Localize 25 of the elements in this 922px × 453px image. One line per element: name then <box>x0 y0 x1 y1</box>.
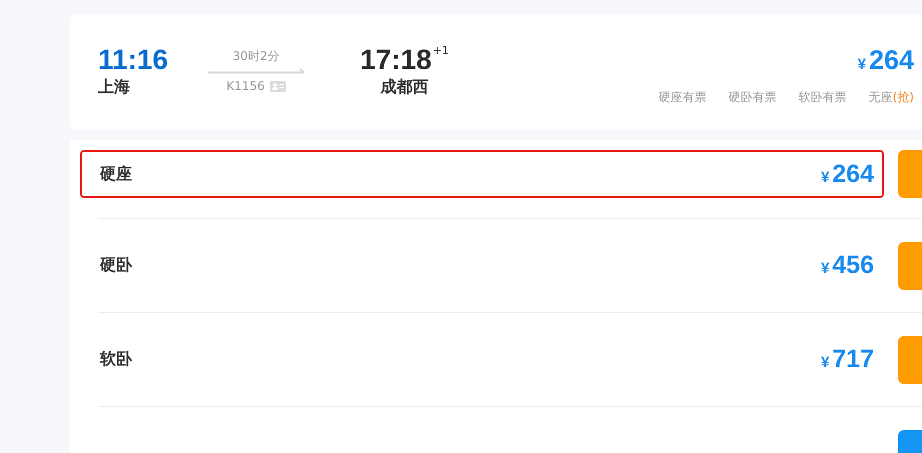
seat-type: 软卧 <box>100 349 132 370</box>
departure-station: 上海 <box>98 77 131 98</box>
currency-sign: ¥ <box>820 260 830 277</box>
availability-label: 无座(抢) <box>868 89 914 106</box>
availability-label: 硬座有票 <box>658 89 707 106</box>
day-offset: +1 <box>432 44 449 57</box>
seat-type: 硬卧 <box>100 255 132 276</box>
seat-price: 717 <box>832 345 874 373</box>
arrival-station: 成都西 <box>380 77 428 98</box>
train-number: K1156 <box>226 79 265 93</box>
currency-sign: ¥ <box>820 354 830 371</box>
arrival-time: 17:18 <box>360 44 432 76</box>
departure-time: 11:16 <box>98 44 168 76</box>
duration: 30时2分 <box>232 48 280 65</box>
seat-type: 硬座 <box>100 164 132 184</box>
seat-price: 456 <box>832 251 874 279</box>
id-card-icon <box>270 80 286 92</box>
lowest-price: 264 <box>868 45 914 75</box>
seat-price: 264 <box>832 160 874 188</box>
book-button[interactable] <box>898 336 922 384</box>
currency-sign: ¥ <box>858 56 866 73</box>
availability-label: 硬卧有票 <box>728 89 777 106</box>
availability-label: 软卧有票 <box>798 89 847 106</box>
currency-sign: ¥ <box>820 168 830 186</box>
book-button[interactable] <box>898 242 922 290</box>
